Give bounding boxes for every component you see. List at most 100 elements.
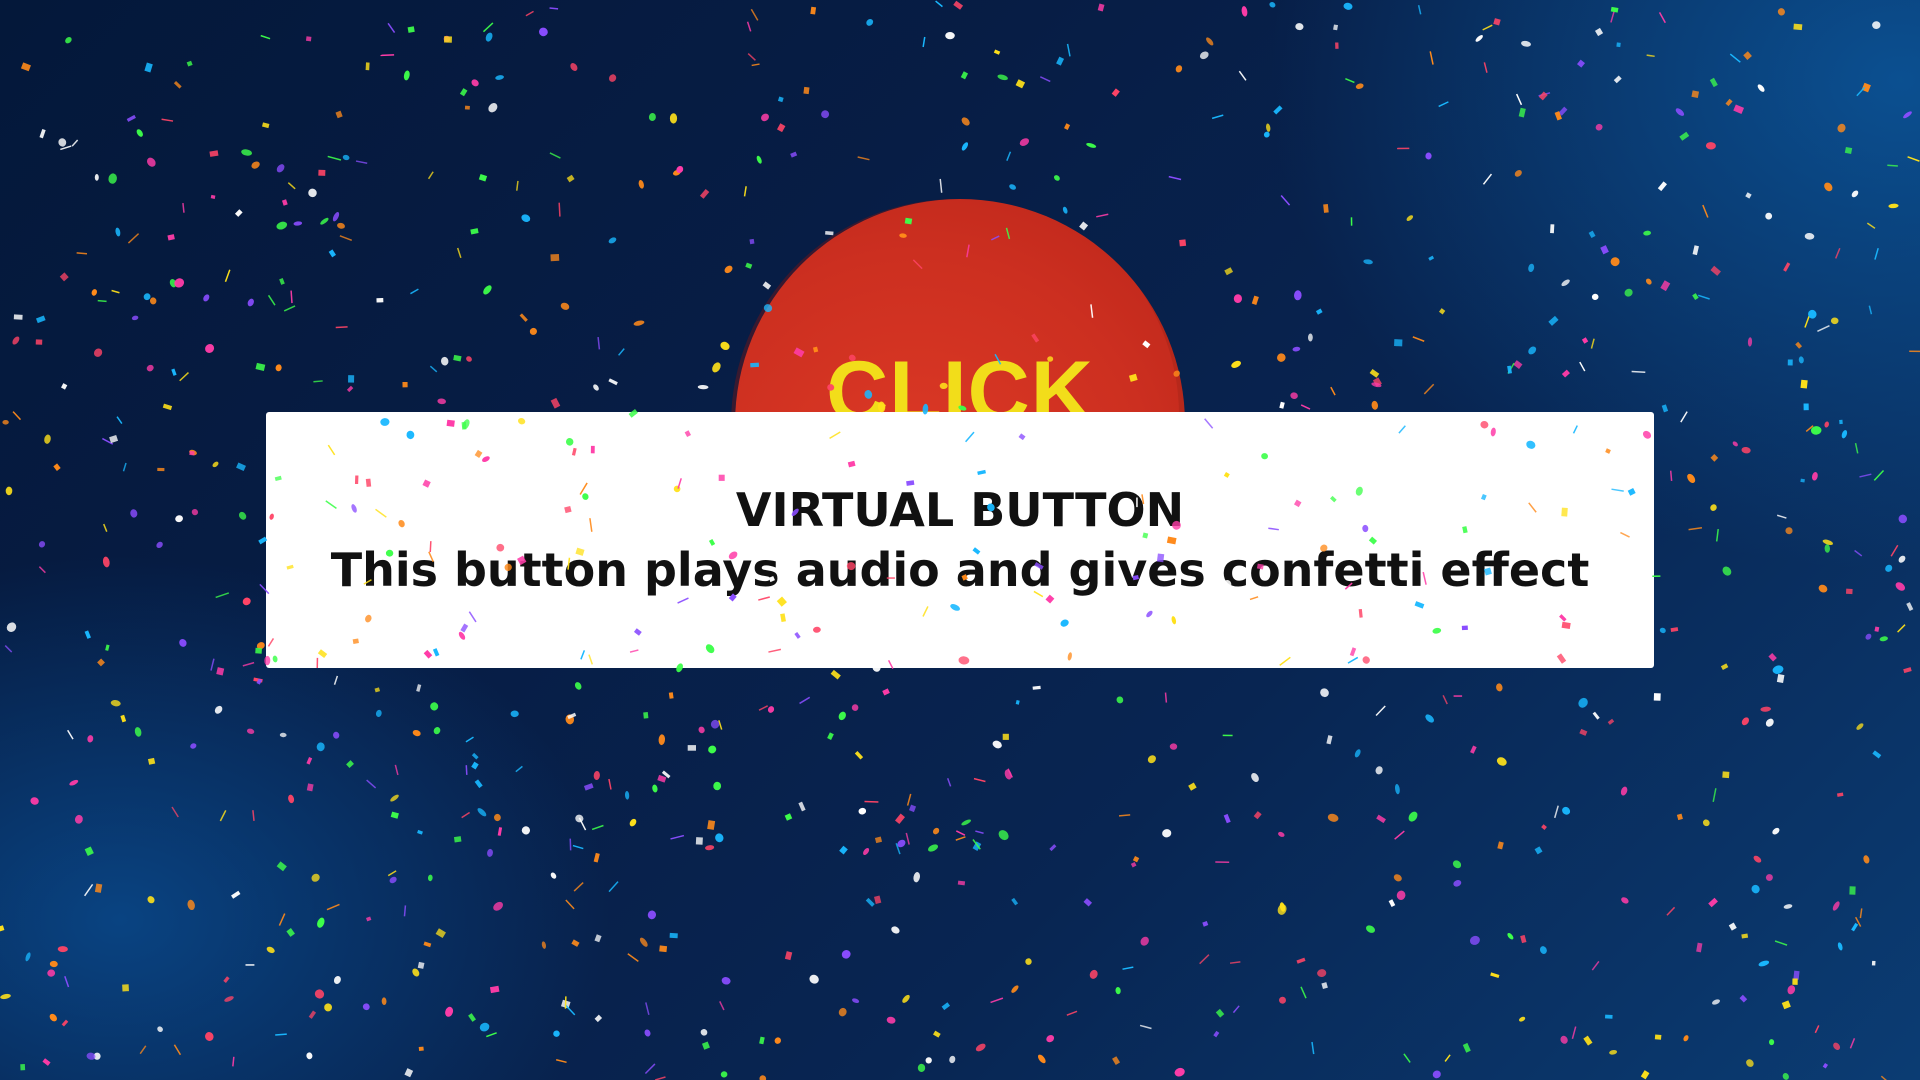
confetti-piece [1733, 104, 1745, 114]
confetti-piece [1320, 688, 1329, 698]
confetti-piece [1804, 314, 1811, 328]
confetti-piece [897, 839, 906, 848]
confetti-piece [232, 1056, 235, 1067]
confetti-piece [1056, 56, 1065, 66]
confetti-piece [1295, 23, 1304, 31]
confetti-piece [4, 645, 13, 653]
confetti-piece [1583, 1035, 1593, 1046]
confetti-piece [1745, 192, 1752, 199]
confetti-piece [669, 932, 678, 939]
confetti-piece [471, 79, 479, 87]
confetti-piece [747, 53, 756, 61]
confetti-piece [1865, 633, 1872, 640]
confetti-piece [549, 7, 559, 10]
confetti-piece [1066, 1010, 1078, 1016]
confetti-piece [668, 692, 674, 699]
confetti-piece [1116, 696, 1124, 704]
confetti-piece [1528, 263, 1535, 273]
confetti-piece [1168, 175, 1182, 181]
confetti-piece [1292, 346, 1301, 352]
confetti-piece [1111, 88, 1120, 97]
confetti-piece [1118, 814, 1131, 817]
confetti-piece [1613, 75, 1622, 84]
confetti-piece [1064, 123, 1071, 130]
confetti-piece [1722, 771, 1730, 779]
confetti-piece [430, 702, 439, 711]
confetti-piece [1429, 51, 1434, 65]
confetti-piece [1394, 830, 1405, 840]
confetti-piece [1561, 369, 1570, 378]
confetti-piece [376, 297, 384, 303]
confetti-piece [1776, 674, 1785, 683]
confetti-piece [777, 96, 784, 103]
confetti-piece [1132, 855, 1140, 863]
confetti-piece [941, 1002, 951, 1011]
confetti-piece [147, 757, 156, 765]
confetti-piece [0, 993, 11, 1000]
confetti-piece [1669, 470, 1673, 482]
confetti-piece [1520, 934, 1527, 944]
confetti-piece [1774, 940, 1788, 946]
confetti-piece [1646, 54, 1655, 58]
confetti-piece [1140, 936, 1149, 946]
confetti-piece [1578, 697, 1588, 708]
confetti-piece [288, 794, 295, 804]
confetti-piece [308, 188, 317, 198]
confetti-piece [821, 110, 830, 119]
confetti-piece [443, 36, 453, 43]
confetti-piece [1903, 667, 1912, 674]
confetti-piece [553, 1030, 560, 1037]
confetti-piece [306, 1052, 313, 1060]
confetti-piece [955, 830, 966, 836]
confetti-piece [485, 32, 493, 42]
confetti-piece [1279, 401, 1285, 409]
confetti-piece [558, 202, 561, 217]
confetti-piece [627, 953, 639, 962]
confetti-piece [1238, 70, 1247, 81]
confetti-piece [1482, 24, 1493, 31]
confetti-piece [25, 952, 31, 962]
confetti-piece [362, 1003, 370, 1011]
confetti-piece [608, 881, 619, 893]
confetti-piece [993, 49, 1001, 55]
confetti-piece [1162, 829, 1172, 838]
confetti-piece [390, 794, 399, 802]
confetti-piece [1879, 636, 1888, 642]
confetti-piece [1438, 308, 1446, 315]
confetti-piece [1661, 404, 1669, 413]
confetti-piece [471, 761, 479, 770]
confetti-piece [256, 642, 265, 650]
confetti-piece [223, 976, 230, 983]
confetti-piece [676, 165, 684, 174]
confetti-piece [60, 145, 72, 151]
confetti-piece [521, 826, 531, 835]
confetti-piece [643, 711, 649, 719]
confetti-piece [479, 1022, 490, 1032]
confetti-piece [560, 999, 571, 1009]
confetti-piece [1595, 123, 1603, 131]
confetti-piece [644, 1029, 651, 1037]
confetti-piece [798, 801, 806, 812]
confetti-piece [1553, 805, 1559, 819]
confetti-piece [1787, 359, 1793, 366]
confetti-piece [1817, 324, 1830, 332]
confetti-piece [1089, 969, 1098, 979]
confetti-piece [1751, 884, 1760, 894]
confetti-piece [1199, 51, 1209, 60]
confetti-piece [375, 709, 382, 717]
confetti-piece [486, 1032, 497, 1038]
confetti-piece [1453, 880, 1462, 887]
confetti-piece [1062, 206, 1068, 214]
confetti-piece [1768, 1039, 1775, 1046]
confetti-piece [1300, 404, 1311, 410]
confetti-piece [1175, 65, 1183, 73]
confetti-piece [324, 1003, 333, 1012]
confetti-piece [854, 751, 864, 760]
panel-subtitle: This button plays audio and gives confet… [330, 543, 1590, 597]
confetti-piece [144, 62, 153, 73]
confetti-piece [1810, 426, 1822, 435]
confetti-piece [234, 209, 243, 217]
confetti-piece [1188, 782, 1197, 791]
confetti-piece [1251, 295, 1259, 305]
confetti-piece [1222, 734, 1233, 737]
